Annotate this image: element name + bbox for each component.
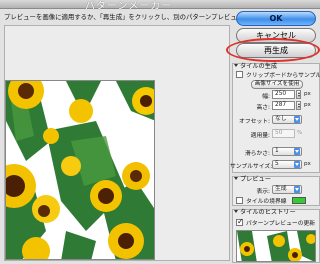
clipboard-label: クリップボードからサンプル bbox=[246, 73, 320, 79]
tile-generation-title: タイルの生成 bbox=[240, 63, 278, 70]
clipboard-checkbox[interactable] bbox=[236, 71, 243, 78]
show-select[interactable]: 生成 bbox=[272, 185, 302, 194]
dropdown-arrow-icon bbox=[294, 186, 300, 193]
amount-field[interactable]: 50 bbox=[272, 129, 295, 138]
sample-size-label: サンプルサイズ: bbox=[230, 164, 273, 170]
regenerate-highlight-circle bbox=[226, 38, 320, 62]
width-field[interactable]: 250 bbox=[272, 90, 295, 99]
width-label: 幅: bbox=[262, 94, 270, 100]
pattern-preview[interactable] bbox=[5, 80, 155, 260]
tile-boundaries-checkbox[interactable] bbox=[236, 197, 243, 204]
amount-unit: % bbox=[297, 130, 303, 136]
ok-button[interactable]: OK bbox=[236, 11, 316, 26]
disclosure-triangle-icon[interactable] bbox=[234, 64, 238, 67]
disclosure-triangle-icon[interactable] bbox=[234, 177, 238, 180]
update-preview-checkbox[interactable] bbox=[236, 217, 244, 226]
offset-value: なし bbox=[275, 116, 287, 122]
height-field[interactable]: 287 bbox=[272, 101, 295, 110]
sunflower-thumbnail-image bbox=[237, 231, 315, 261]
height-stepper[interactable] bbox=[296, 101, 301, 110]
dropdown-arrow-icon bbox=[294, 161, 300, 168]
tile-boundaries-label: タイルの境界線 bbox=[246, 199, 287, 205]
preview-section-title: プレビュー bbox=[240, 176, 271, 183]
sample-size-unit: px bbox=[304, 161, 311, 167]
width-stepper[interactable] bbox=[296, 90, 301, 99]
dropdown-arrow-icon bbox=[294, 116, 300, 123]
disclosure-triangle-icon[interactable] bbox=[234, 210, 238, 213]
height-label: 高さ: bbox=[256, 105, 270, 111]
dropdown-arrow-icon bbox=[294, 148, 300, 155]
height-unit: px bbox=[304, 102, 311, 108]
smoothness-select[interactable]: 1 bbox=[272, 147, 302, 156]
show-value: 生成 bbox=[275, 186, 287, 192]
show-label: 表示: bbox=[256, 189, 270, 195]
use-image-size-button[interactable]: 画像サイズを使用 bbox=[251, 80, 303, 89]
smoothness-value: 1 bbox=[275, 148, 279, 154]
sample-size-value: 5 bbox=[275, 161, 279, 167]
sample-size-select[interactable]: 5 bbox=[272, 160, 302, 169]
instruction-text: プレビューを画像に適用するか、「再生成」をクリックし、別のパターンプレビューを作… bbox=[4, 13, 288, 21]
offset-select[interactable]: なし bbox=[272, 115, 302, 124]
width-unit: px bbox=[304, 91, 311, 97]
boundary-color-swatch[interactable] bbox=[292, 197, 306, 204]
update-preview-label: パターンプレビューの更新 bbox=[246, 221, 316, 227]
title-bar: パターンメーカー bbox=[0, 0, 320, 12]
window-title: パターンメーカー bbox=[85, 1, 173, 12]
smoothness-label: 滑らかさ: bbox=[244, 151, 270, 157]
tile-history-title: タイルのヒストリー bbox=[240, 209, 296, 216]
sunflower-pattern-image bbox=[6, 81, 154, 259]
amount-label: 適用量: bbox=[250, 133, 270, 139]
tile-history-thumbnail[interactable] bbox=[236, 230, 316, 262]
offset-label: オフセット: bbox=[239, 119, 270, 125]
